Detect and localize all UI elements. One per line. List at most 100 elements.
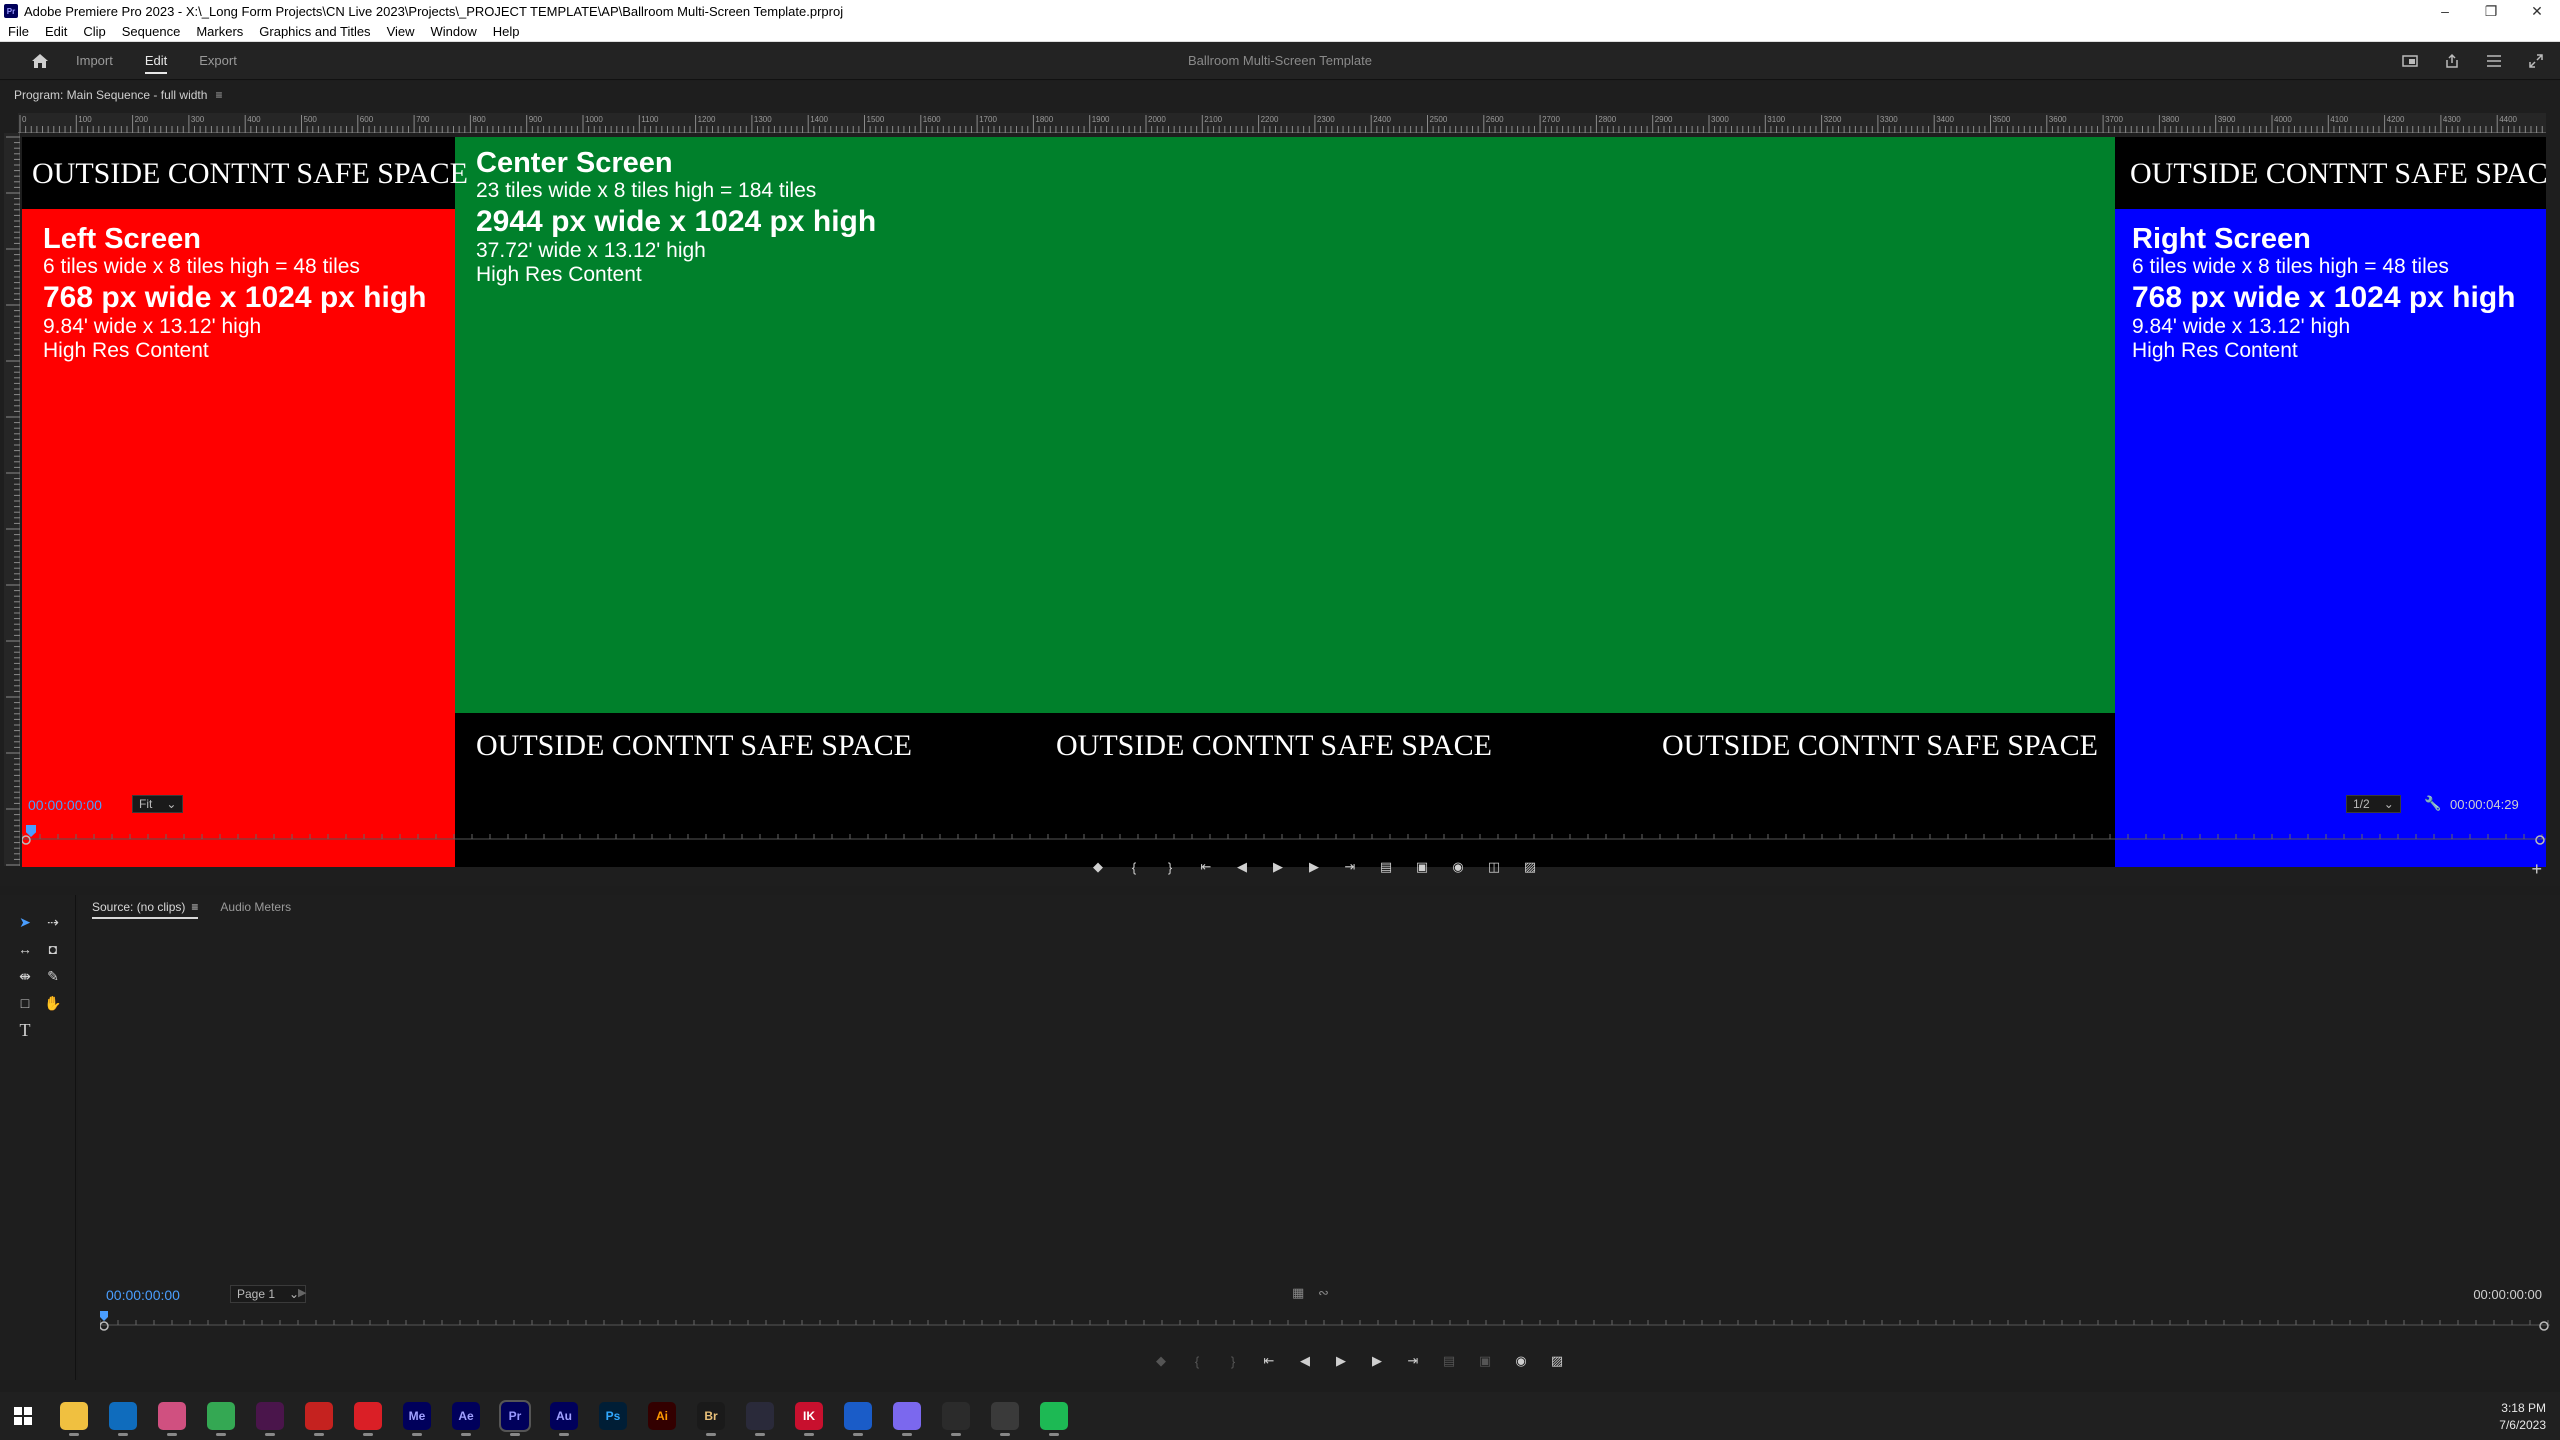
extract-icon[interactable]: ▣	[1414, 859, 1430, 875]
taskbar-1password-icon[interactable]	[844, 1402, 872, 1436]
taskbar-premiere-pro-icon[interactable]: Pr	[499, 1400, 531, 1436]
track-select-tool-icon[interactable]: ⇢	[42, 911, 64, 933]
slip-tool-icon[interactable]: ⇼	[14, 965, 36, 987]
taskbar-photoshop-icon[interactable]: Ps	[599, 1402, 627, 1430]
taskbar-photos-icon[interactable]	[158, 1402, 186, 1436]
step-forward-icon[interactable]: ▶	[1306, 859, 1322, 875]
menu-edit[interactable]: Edit	[37, 24, 75, 39]
menu-view[interactable]: View	[379, 24, 423, 39]
right-screen-feet: 9.84' wide x 13.12' high	[2132, 315, 2351, 338]
zoom-level-dropdown[interactable]: Fit ⌄	[132, 795, 184, 813]
taskbar-spotify-icon[interactable]	[1040, 1402, 1068, 1436]
panel-menu-icon[interactable]: ≡	[215, 88, 222, 102]
rectangle-tool-icon[interactable]: □	[14, 992, 36, 1014]
mark-in-icon[interactable]: {	[1189, 1353, 1205, 1369]
tab-edit[interactable]: Edit	[129, 42, 183, 80]
taskbar-app-ik-icon[interactable]: IK	[795, 1402, 823, 1436]
go-to-in-icon[interactable]: ⇤	[1198, 859, 1214, 875]
taskbar-after-effects-icon[interactable]: Ae	[452, 1402, 480, 1436]
menu-file[interactable]: File	[0, 24, 37, 39]
step-forward-icon[interactable]: ▶	[1369, 1353, 1385, 1369]
go-to-in-icon[interactable]: ⇤	[1261, 1353, 1277, 1369]
tab-import[interactable]: Import	[60, 42, 129, 80]
source-scrub-bar[interactable]	[99, 1311, 2550, 1331]
share-icon[interactable]	[2442, 51, 2462, 71]
hand-tool-icon[interactable]: ✋	[42, 992, 64, 1014]
right-screen-note: High Res Content	[2132, 339, 2298, 362]
taskbar-creative-cloud-icon[interactable]	[354, 1402, 382, 1436]
chevron-right-icon[interactable]: ▶	[298, 1286, 306, 1299]
taskbar-slack-icon[interactable]	[256, 1402, 284, 1436]
comparison-view-icon[interactable]: ◫	[1486, 859, 1502, 875]
razor-tool-icon[interactable]: ◘	[42, 938, 64, 960]
taskbar-file-explorer-icon[interactable]	[60, 1402, 88, 1436]
step-back-icon[interactable]: ◀	[1234, 859, 1250, 875]
menu-help[interactable]: Help	[485, 24, 528, 39]
button-editor-plus-icon[interactable]: +	[2531, 859, 2542, 880]
program-scrub-bar[interactable]	[21, 825, 2546, 845]
taskbar-frame-io-icon[interactable]	[746, 1402, 774, 1436]
type-tool-icon[interactable]: T	[14, 1019, 36, 1041]
system-clock[interactable]: 3:18 PM 7/6/2023	[2499, 1400, 2546, 1434]
menu-graphics-and-titles[interactable]: Graphics and Titles	[251, 24, 378, 39]
ripple-edit-tool-icon[interactable]: ↔	[14, 938, 36, 960]
wrench-settings-icon[interactable]: 🔧	[2424, 795, 2441, 812]
tab-audio-meters[interactable]: Audio Meters	[220, 895, 291, 919]
taskbar-bridge-icon[interactable]: Br	[697, 1402, 725, 1436]
play-icon[interactable]: ▶	[1333, 1353, 1349, 1369]
add-marker-icon[interactable]: ◆	[1153, 1353, 1169, 1369]
lift-icon[interactable]: ▤	[1378, 859, 1394, 875]
taskbar-outlook-icon[interactable]	[109, 1402, 137, 1436]
taskbar-chrome-icon[interactable]	[207, 1402, 235, 1436]
panel-menu-icon[interactable]: ≡	[191, 900, 198, 914]
export-frame-camera-icon[interactable]: ◉	[1513, 1353, 1529, 1369]
go-to-out-icon[interactable]: ⇥	[1405, 1353, 1421, 1369]
mark-out-icon[interactable]: }	[1162, 859, 1178, 875]
overwrite-icon[interactable]: ▣	[1477, 1353, 1493, 1369]
go-to-out-icon[interactable]: ⇥	[1342, 859, 1358, 875]
vr-video-icon[interactable]: ▨	[1549, 1353, 1565, 1369]
fullscreen-icon[interactable]	[2526, 51, 2546, 71]
minimize-button[interactable]: –	[2422, 0, 2468, 22]
close-window-button[interactable]: ✕	[2514, 0, 2560, 22]
ruler-label: 3800	[2161, 115, 2179, 124]
add-marker-icon[interactable]: ◆	[1090, 859, 1106, 875]
taskbar-davinci-resolve-icon[interactable]	[942, 1402, 970, 1436]
menu-markers[interactable]: Markers	[188, 24, 251, 39]
source-timecode-in[interactable]: 00:00:00:00	[106, 1287, 180, 1303]
safe-space-label-bottom-1: OUTSIDE CONTNT SAFE SPACE	[476, 729, 912, 762]
menu-clip[interactable]: Clip	[75, 24, 113, 39]
windows-start-icon[interactable]	[14, 1407, 32, 1430]
program-timecode[interactable]: 00:00:00:00	[28, 797, 102, 813]
taskbar-gmail-icon[interactable]	[305, 1402, 333, 1436]
vr-video-icon[interactable]: ▨	[1522, 859, 1538, 875]
menu-sequence[interactable]: Sequence	[114, 24, 189, 39]
source-page-dropdown[interactable]: Page 1 ⌄	[230, 1285, 307, 1303]
export-frame-camera-icon[interactable]: ◉	[1450, 859, 1466, 875]
step-back-icon[interactable]: ◀	[1297, 1353, 1313, 1369]
tab-source[interactable]: Source: (no clips) ≡	[92, 895, 199, 919]
drag-video-icon[interactable]: ▦	[1292, 1285, 1304, 1301]
menu-window[interactable]: Window	[423, 24, 485, 39]
workspaces-menu-icon[interactable]	[2484, 51, 2504, 71]
program-panel-title[interactable]: Program: Main Sequence - full width ≡	[14, 88, 222, 102]
tab-export[interactable]: Export	[183, 42, 253, 80]
taskbar-audition-icon[interactable]: Au	[550, 1402, 578, 1436]
restore-button[interactable]: ❐	[2468, 0, 2514, 22]
mark-in-icon[interactable]: {	[1126, 859, 1142, 875]
taskbar-illustrator-icon[interactable]: Ai	[648, 1402, 676, 1430]
quick-export-icon[interactable]	[2400, 51, 2420, 71]
play-icon[interactable]: ▶	[1270, 859, 1286, 875]
mark-out-icon[interactable]: }	[1225, 1353, 1241, 1369]
taskbar-media-encoder-icon[interactable]: Me	[403, 1402, 431, 1436]
taskbar-app-purple-icon[interactable]	[893, 1402, 921, 1436]
program-video-frame[interactable]: Left Screen 6 tiles wide x 8 tiles high …	[22, 137, 2546, 867]
insert-icon[interactable]: ▤	[1441, 1353, 1457, 1369]
ruler-label: 900	[529, 115, 543, 124]
pen-tool-icon[interactable]: ✎	[42, 965, 64, 987]
taskbar-app-router-icon[interactable]	[991, 1402, 1019, 1436]
playback-resolution-dropdown[interactable]: 1/2 ⌄	[2346, 795, 2401, 813]
drag-audio-icon[interactable]: ∾	[1318, 1285, 1329, 1301]
selection-tool-icon[interactable]: ➤	[14, 911, 36, 933]
home-button[interactable]	[20, 42, 60, 80]
